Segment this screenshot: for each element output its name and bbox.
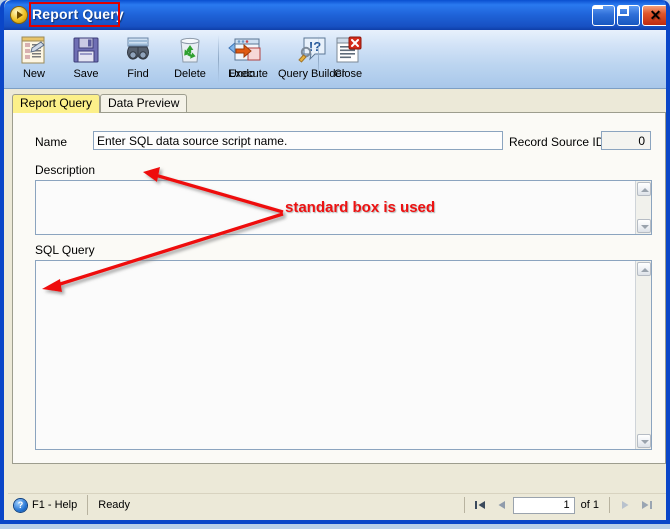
play-circle-icon — [11, 7, 27, 23]
floppy-disk-icon — [70, 34, 102, 66]
next-record-button[interactable] — [614, 496, 636, 514]
help-label: F1 - Help — [32, 499, 78, 511]
toolbar-label-close: Close — [333, 68, 363, 80]
page-number-input[interactable]: 1 — [512, 496, 575, 514]
nav-divider-left — [463, 497, 465, 513]
last-record-icon — [642, 501, 652, 509]
report-query-window: Report Query ✕ New Save Find Delete Undo… — [0, 0, 670, 524]
nav-divider-right — [609, 497, 610, 513]
close-button[interactable]: ✕ — [642, 5, 666, 26]
toolbar-label-save: Save — [73, 68, 99, 80]
previous-record-icon — [498, 501, 505, 509]
page-total-label: of 1 — [580, 499, 599, 511]
toolbar-label-delete: Delete — [174, 68, 206, 80]
toolbar-group-close: Close — [322, 30, 374, 88]
toolbar-button-find[interactable]: Find — [112, 30, 164, 88]
status-panel: Ready — [88, 495, 130, 515]
toolbar-button-execute[interactable]: Execute — [222, 30, 274, 88]
toolbar-label-find: Find — [127, 68, 149, 80]
last-record-button[interactable] — [636, 496, 658, 514]
execute-window-icon — [232, 34, 264, 66]
description-label: Description — [35, 163, 96, 177]
close-document-icon — [332, 34, 364, 66]
binoculars-icon — [122, 34, 154, 66]
recycle-bin-icon — [174, 34, 206, 66]
description-scroll-up-button[interactable] — [637, 182, 651, 196]
toolbar-separator-1 — [218, 35, 219, 83]
toolbar-label-new: New — [22, 68, 45, 80]
window-title: Report Query — [32, 6, 124, 22]
maximize-button[interactable] — [617, 5, 640, 26]
toolbar-button-close[interactable]: Close — [322, 30, 374, 88]
sql-query-label: SQL Query — [35, 243, 95, 257]
toolbar: New Save Find Delete Undo Execute !? Que… — [4, 30, 666, 89]
first-record-icon — [474, 501, 485, 509]
toolbar-button-new[interactable]: New — [8, 30, 60, 88]
sql-query-scroll-down-button[interactable] — [637, 434, 651, 448]
previous-record-button[interactable] — [491, 496, 513, 514]
tab-page-report-query: Name Enter SQL data source script name. … — [12, 112, 666, 464]
tab-data-preview[interactable]: Data Preview — [100, 94, 188, 113]
window-controls: ✕ — [592, 5, 666, 26]
tab-strip: Report Query Data Preview — [12, 94, 666, 113]
record-navigator: 1 of 1 — [458, 495, 660, 515]
sql-query-textarea[interactable] — [35, 260, 652, 450]
toolbar-button-delete[interactable]: Delete — [164, 30, 216, 88]
toolbar-button-save[interactable]: Save — [60, 30, 112, 88]
title-bar: Report Query ✕ — [4, 0, 666, 30]
help-panel[interactable]: ? F1 - Help — [14, 495, 89, 515]
sql-query-scroll-up-button[interactable] — [637, 262, 651, 276]
name-label: Name — [35, 135, 68, 149]
toolbar-label-execute: Execute — [228, 68, 268, 80]
toolbar-separator-2 — [318, 35, 319, 83]
next-record-icon — [622, 501, 629, 509]
minimize-button[interactable] — [592, 5, 615, 26]
name-input[interactable]: Enter SQL data source script name. — [93, 131, 503, 150]
description-scrollbar[interactable] — [635, 181, 651, 234]
description-textarea[interactable] — [35, 180, 652, 235]
record-source-id-input[interactable]: 0 — [601, 131, 651, 150]
help-question-icon: ? — [14, 498, 27, 512]
sql-query-scrollbar[interactable] — [635, 261, 651, 449]
new-document-icon — [18, 34, 50, 66]
close-icon: ✕ — [649, 7, 662, 23]
first-record-button[interactable] — [469, 496, 491, 514]
tab-report-query[interactable]: Report Query — [12, 94, 101, 113]
description-scroll-down-button[interactable] — [637, 219, 651, 233]
record-source-id-label: Record Source ID — [509, 135, 605, 149]
status-text: Ready — [98, 499, 131, 511]
